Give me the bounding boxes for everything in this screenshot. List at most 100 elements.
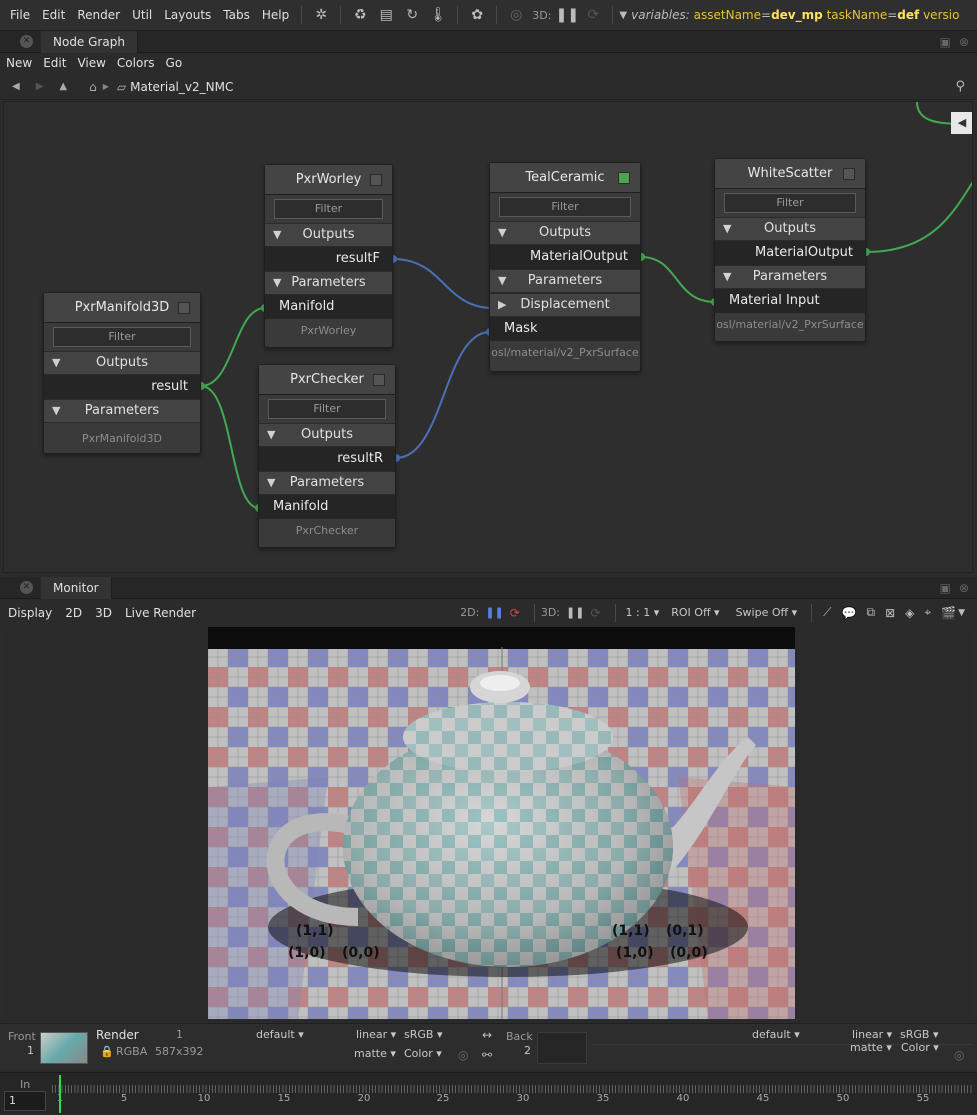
roi-dropdown[interactable]: ROI Off ▾ [671,606,719,619]
tab-monitor[interactable]: Monitor [41,576,112,599]
input-port-material-input[interactable]: Material Input [715,289,865,313]
variables-dropdown-icon[interactable]: ▼ [619,10,627,21]
maximize-panel-icon[interactable]: ▣ [940,581,951,595]
front-lut-dropdown[interactable]: default ▾ [256,1028,304,1041]
monitor-menu-3d[interactable]: 3D [87,606,117,620]
output-port-materialoutput[interactable]: MaterialOutput [715,241,865,265]
recycle-icon[interactable]: ♻ [349,4,371,26]
front-thumbnail[interactable] [40,1032,88,1064]
monitor-menu-display[interactable]: Display [0,606,57,620]
node-parameters-section[interactable]: ▼ Parameters [44,399,200,423]
close-tab-icon[interactable]: ⊗ [959,581,969,595]
menu-tabs[interactable]: Tabs [217,8,256,22]
node-displacement-section[interactable]: ▶ Displacement [490,293,640,317]
pause-2d-icon[interactable]: ❚❚ [485,606,503,619]
node-filter-input[interactable]: Filter [274,199,383,219]
node-filter-input[interactable]: Filter [53,327,191,347]
swipe-dropdown[interactable]: Swipe Off ▾ [736,606,798,619]
menu-render[interactable]: Render [71,8,126,22]
front-matte-dropdown[interactable]: matte ▾ [354,1047,396,1060]
up-arrow-icon[interactable]: ▲ [59,81,67,92]
ng-menu-colors[interactable]: Colors [111,56,160,70]
pause-3d-icon[interactable]: ❚❚ [566,606,584,619]
ng-menu-edit[interactable]: Edit [37,56,71,70]
sync-icon[interactable]: ◎ [458,1048,468,1062]
pause-icon[interactable]: ❚❚ [556,4,579,26]
node-filter-input[interactable]: Filter [268,399,386,419]
ng-menu-new[interactable]: New [0,56,37,70]
swap-arrows-icon[interactable]: ↔ [482,1028,492,1042]
ng-menu-view[interactable]: View [71,56,110,70]
front-color-dropdown[interactable]: Color ▾ [404,1047,442,1060]
menu-help[interactable]: Help [256,8,295,22]
back-matte-dropdown[interactable]: matte ▾ [850,1041,892,1054]
render-image[interactable]: (1,1) (1,0) (0,0) (1,1) (0,1) (1,0) (0,0… [208,627,795,1019]
refresh-icon[interactable]: ↻ [401,4,423,26]
node-flag-icon[interactable] [618,172,630,184]
render-teapot-icon[interactable]: ✿ [466,4,488,26]
overlay-icon[interactable]: ⧉ [866,605,875,620]
tab-node-graph[interactable]: Node Graph [41,30,138,53]
lock-icon[interactable]: 🔒 [100,1045,114,1058]
clapperboard-icon[interactable]: 🎬 [941,606,956,620]
node-outputs-section[interactable]: ▼ Outputs [265,223,392,247]
zoom-ratio-dropdown[interactable]: 1 : 1 ▾ [626,606,660,619]
node-graph-canvas[interactable]: ◀ PxrManifold3D Filter ▼ Outputs result ▼… [3,101,973,573]
node-flag-icon[interactable] [843,168,855,180]
crop-icon[interactable]: ⊠ [885,606,895,620]
close-panel-icon[interactable]: ✕ [20,35,33,48]
search-icon[interactable]: ⚲ [955,79,965,94]
live-render-icon[interactable]: ◎ [505,4,527,26]
monitor-menu-2d[interactable]: 2D [57,606,87,620]
input-port-mask[interactable]: Mask [490,317,640,341]
back-lut-dropdown[interactable]: default ▾ [752,1028,800,1041]
node-flag-icon[interactable] [373,374,385,386]
ng-menu-go[interactable]: Go [160,56,188,70]
refresh-2d-icon[interactable]: ⟳ [510,606,520,620]
menu-layouts[interactable]: Layouts [158,8,217,22]
wipe-icon[interactable]: ◈ [905,606,914,620]
node-tealceramic[interactable]: TealCeramic Filter ▼ Outputs MaterialOutp… [489,162,641,372]
maximize-panel-icon[interactable]: ▣ [940,35,951,49]
node-pxrworley[interactable]: PxrWorley Filter ▼ Outputs resultF ▼ Param… [264,164,393,348]
output-port-resultF[interactable]: resultF [265,247,392,271]
home-icon[interactable]: ⌂ [89,80,97,94]
output-port-result[interactable]: result [44,375,200,399]
menu-edit[interactable]: Edit [36,8,71,22]
eyedropper-icon[interactable]: ⟋ [823,605,831,620]
node-parameters-section[interactable]: ▼ Parameters [490,269,640,293]
node-outputs-section[interactable]: ▼ Outputs [259,423,395,447]
node-parameters-section[interactable]: ▼ Parameters [715,265,865,289]
menu-util[interactable]: Util [126,8,158,22]
variables-display[interactable]: variables: assetName=dev_mp taskName=def… [631,8,959,22]
breadcrumb[interactable]: Material_v2_NMC [130,80,233,94]
close-panel-icon[interactable]: ✕ [20,581,33,594]
chevron-down-icon[interactable]: ▼ [958,608,965,618]
forward-arrow-icon[interactable]: ▶ [36,81,44,92]
back-arrow-icon[interactable]: ◀ [12,81,20,92]
collapse-arrow-icon[interactable]: ◀ [951,112,972,134]
input-port-manifold[interactable]: Manifold [259,495,395,519]
front-srgb-dropdown[interactable]: sRGB ▾ [404,1028,442,1041]
cancel-render-icon[interactable]: ⟳ [582,4,604,26]
front-linear-dropdown[interactable]: linear ▾ [356,1028,396,1041]
node-filter-input[interactable]: Filter [724,193,856,213]
node-outputs-section[interactable]: ▼ Outputs [490,221,640,245]
node-pxrmanifold3d[interactable]: PxrManifold3D Filter ▼ Outputs result ▼ Pa… [43,292,201,454]
node-flag-icon[interactable] [370,174,382,186]
sync-icon[interactable]: ◎ [954,1048,964,1062]
settings-gear-icon[interactable]: ✲ [310,4,332,26]
node-whitescatter[interactable]: WhiteScatter Filter ▼ Outputs MaterialOut… [714,158,866,342]
film-icon[interactable]: ▤ [375,4,397,26]
node-outputs-section[interactable]: ▼ Outputs [44,351,200,375]
output-port-resultR[interactable]: resultR [259,447,395,471]
node-outputs-section[interactable]: ▼ Outputs [715,217,865,241]
link-icon[interactable]: ⚯ [482,1048,492,1062]
annotation-bubble-icon[interactable]: 💬 [842,606,857,620]
timeline[interactable]: In 1 1 5 10 15 20 25 30 35 40 45 50 55 [0,1072,977,1114]
node-parameters-section[interactable]: ▼ Parameters [259,471,395,495]
node-filter-input[interactable]: Filter [499,197,631,217]
thermometer-icon[interactable]: 🌡 [427,4,449,26]
node-pxrchecker[interactable]: PxrChecker Filter ▼ Outputs resultR ▼ Para… [258,364,396,548]
output-port-materialoutput[interactable]: MaterialOutput [490,245,640,269]
